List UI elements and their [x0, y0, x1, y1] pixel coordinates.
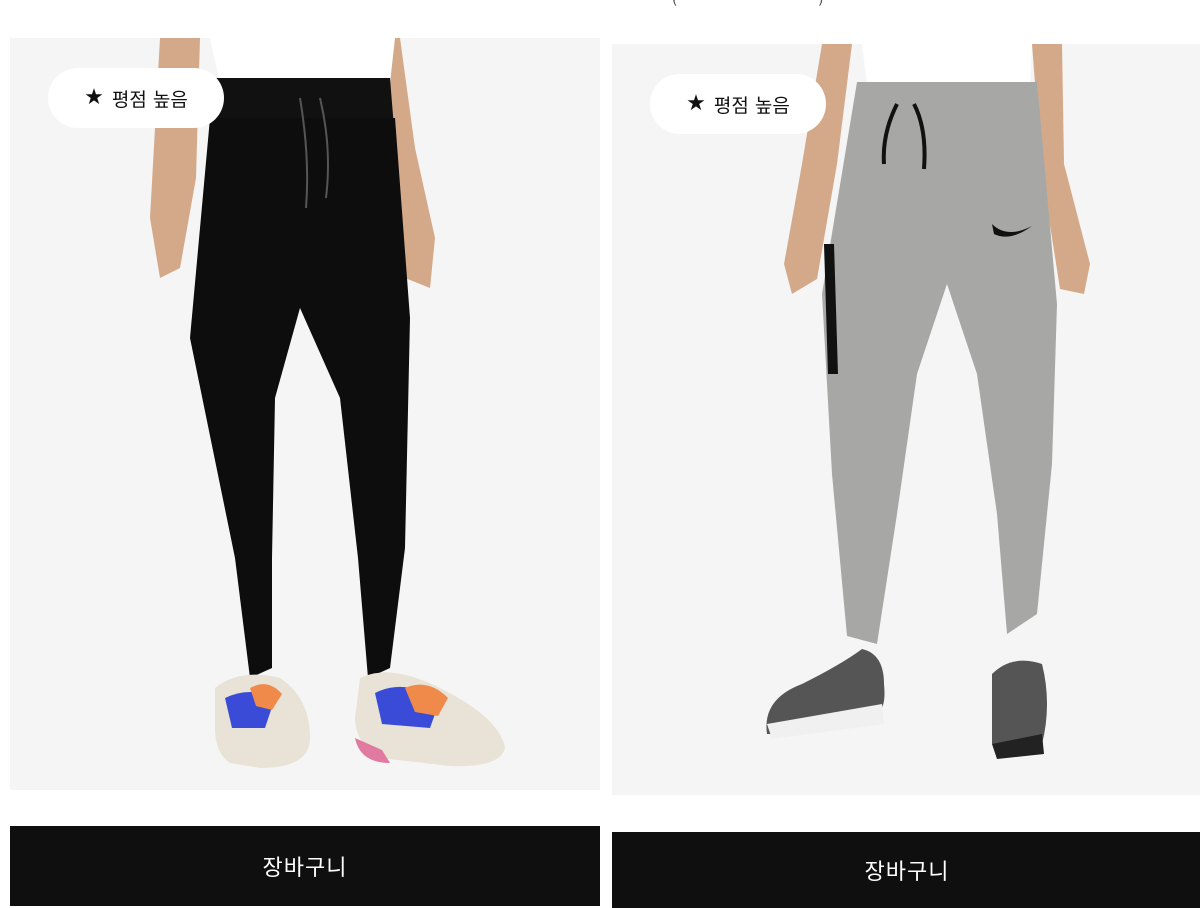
product-card-black: ★ 평점 높음 장바구니: [10, 0, 600, 906]
rating-badge: ★ 평점 높음: [48, 68, 224, 128]
badge-label: 평점 높음: [111, 88, 188, 111]
product-image-black-pants: [10, 38, 600, 790]
product-image-gray-pants: [612, 44, 1200, 795]
badge-label: 평점 높음: [713, 94, 790, 117]
add-to-cart-button[interactable]: 장바구니: [612, 832, 1200, 908]
star-icon: ★: [686, 91, 706, 116]
add-to-cart-button[interactable]: 장바구니: [10, 826, 600, 906]
product-image-area[interactable]: ★ 평점 높음: [10, 38, 600, 790]
product-image-area[interactable]: ★ 평점 높음: [612, 44, 1200, 795]
rating-badge: ★ 평점 높음: [650, 74, 826, 134]
product-card-gray: ★ 평점 높음 장바구니: [612, 0, 1200, 908]
star-icon: ★: [84, 85, 104, 110]
